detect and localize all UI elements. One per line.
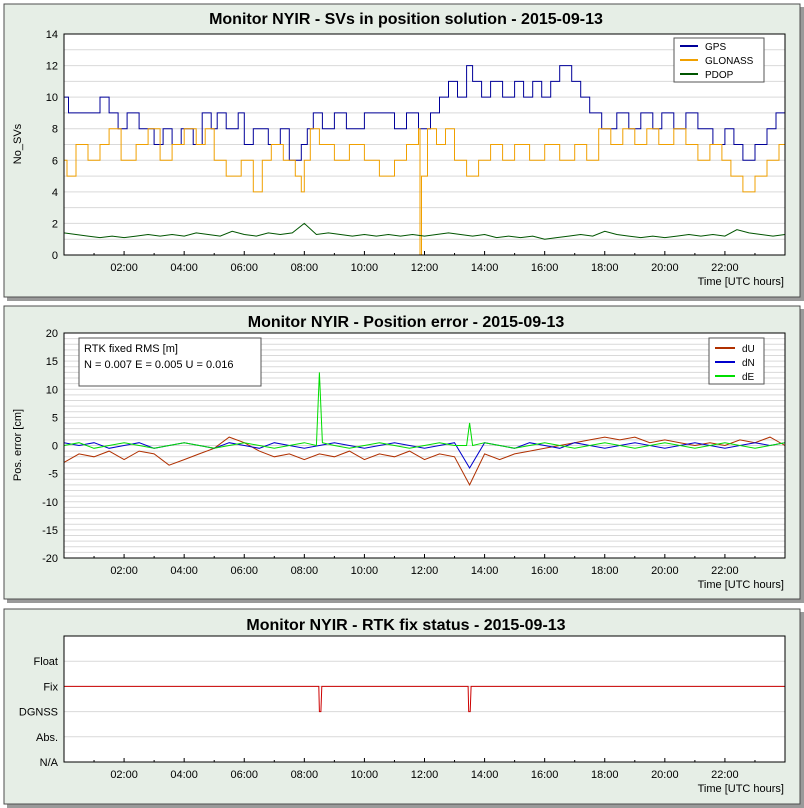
y-tick-label: 12 [46, 61, 58, 73]
x-tick-label: 16:00 [531, 565, 559, 577]
legend-label-de: dE [742, 372, 755, 383]
chart-title-svs: Monitor NYIR - SVs in position solution … [209, 11, 603, 28]
rms-note-values: N = 0.007 E = 0.005 U = 0.016 [84, 359, 234, 371]
x-tick-label: 14:00 [471, 769, 499, 781]
legend-svs: GPS GLONASS PDOP [673, 37, 765, 83]
x-tick-label: 02:00 [110, 769, 138, 781]
rms-note-title: RTK fixed RMS [m] [84, 343, 178, 355]
y-tick-label: -10 [42, 497, 58, 509]
panel-svs: Monitor NYIR - SVs in position solution … [3, 3, 804, 301]
x-tick-label: 10:00 [351, 565, 379, 577]
legend-label-pdop: PDOP [705, 70, 734, 81]
x-tick-label: 10:00 [351, 769, 379, 781]
x-tick-label: 02:00 [110, 262, 138, 274]
x-tick-label: 16:00 [531, 262, 559, 274]
x-tick-label: 18:00 [591, 565, 619, 577]
x-tick-label: 22:00 [711, 565, 739, 577]
panel-position-error: Monitor NYIR - Position error - 2015-09-… [3, 305, 804, 603]
y-tick-label: 14 [46, 29, 58, 41]
x-tick-label: 06:00 [230, 262, 258, 274]
y-tick-label: 6 [52, 155, 58, 167]
y-tick-label: -15 [42, 525, 58, 537]
x-tick-label: 20:00 [651, 769, 679, 781]
x-tick-label: 18:00 [591, 769, 619, 781]
y-tick-label: N/A [40, 757, 59, 769]
y-tick-label: 10 [46, 384, 58, 396]
x-tick-label: 22:00 [711, 769, 739, 781]
chart-title-rtk-status: Monitor NYIR - RTK fix status - 2015-09-… [246, 617, 565, 634]
x-tick-label: 12:00 [411, 769, 439, 781]
x-tick-label: 12:00 [411, 262, 439, 274]
y-tick-label: -20 [42, 553, 58, 565]
y-tick-label: 15 [46, 356, 58, 368]
legend-label-glonass: GLONASS [705, 56, 754, 67]
y-tick-label: 5 [52, 412, 58, 424]
y-tick-label: 20 [46, 328, 58, 340]
x-tick-label: 16:00 [531, 769, 559, 781]
legend-position-error: dU dN dE [708, 337, 765, 385]
x-tick-label: 12:00 [411, 565, 439, 577]
legend-label-du: dU [742, 344, 755, 355]
x-tick-label: 10:00 [351, 262, 379, 274]
x-tick-label: 08:00 [291, 565, 319, 577]
x-axis-label-rtk-status: Time [UTC hours] [698, 783, 784, 795]
y-tick-label: 10 [46, 92, 58, 104]
rms-note: RTK fixed RMS [m] N = 0.007 E = 0.005 U … [78, 337, 262, 387]
y-tick-label: DGNSS [19, 707, 58, 719]
y-tick-label: 0 [52, 250, 58, 262]
charts-canvas: Monitor NYIR - SVs in position solution … [3, 3, 804, 808]
x-tick-label: 04:00 [170, 565, 198, 577]
y-axis-label-position-error: Pos. error [cm] [12, 409, 24, 481]
x-tick-label: 02:00 [110, 565, 138, 577]
x-tick-label: 20:00 [651, 262, 679, 274]
x-tick-label: 08:00 [291, 262, 319, 274]
panel-rtk-status: Monitor NYIR - RTK fix status - 2015-09-… [3, 608, 804, 808]
legend-label-gps: GPS [705, 42, 726, 53]
x-tick-label: 20:00 [651, 565, 679, 577]
legend-label-dn: dN [742, 358, 755, 369]
y-tick-label: Float [34, 656, 58, 668]
x-tick-label: 14:00 [471, 565, 499, 577]
plot-area-rtk-status [64, 636, 785, 762]
y-tick-label: 8 [52, 124, 58, 136]
x-tick-label: 06:00 [230, 565, 258, 577]
x-tick-label: 04:00 [170, 262, 198, 274]
x-tick-label: 18:00 [591, 262, 619, 274]
x-axis-label-svs: Time [UTC hours] [698, 276, 784, 288]
y-tick-label: -5 [48, 469, 58, 481]
x-tick-label: 22:00 [711, 262, 739, 274]
y-axis-label-svs: No_SVs [12, 123, 24, 164]
chart-title-position-error: Monitor NYIR - Position error - 2015-09-… [248, 314, 565, 331]
y-tick-label: 4 [52, 187, 58, 199]
x-tick-label: 14:00 [471, 262, 499, 274]
x-tick-label: 08:00 [291, 769, 319, 781]
x-tick-label: 06:00 [230, 769, 258, 781]
y-tick-label: Fix [43, 681, 58, 693]
x-tick-label: 04:00 [170, 769, 198, 781]
y-tick-label: 2 [52, 218, 58, 230]
y-tick-label: 0 [52, 441, 58, 453]
y-tick-label: Abs. [36, 732, 58, 744]
x-axis-label-position-error: Time [UTC hours] [698, 579, 784, 591]
